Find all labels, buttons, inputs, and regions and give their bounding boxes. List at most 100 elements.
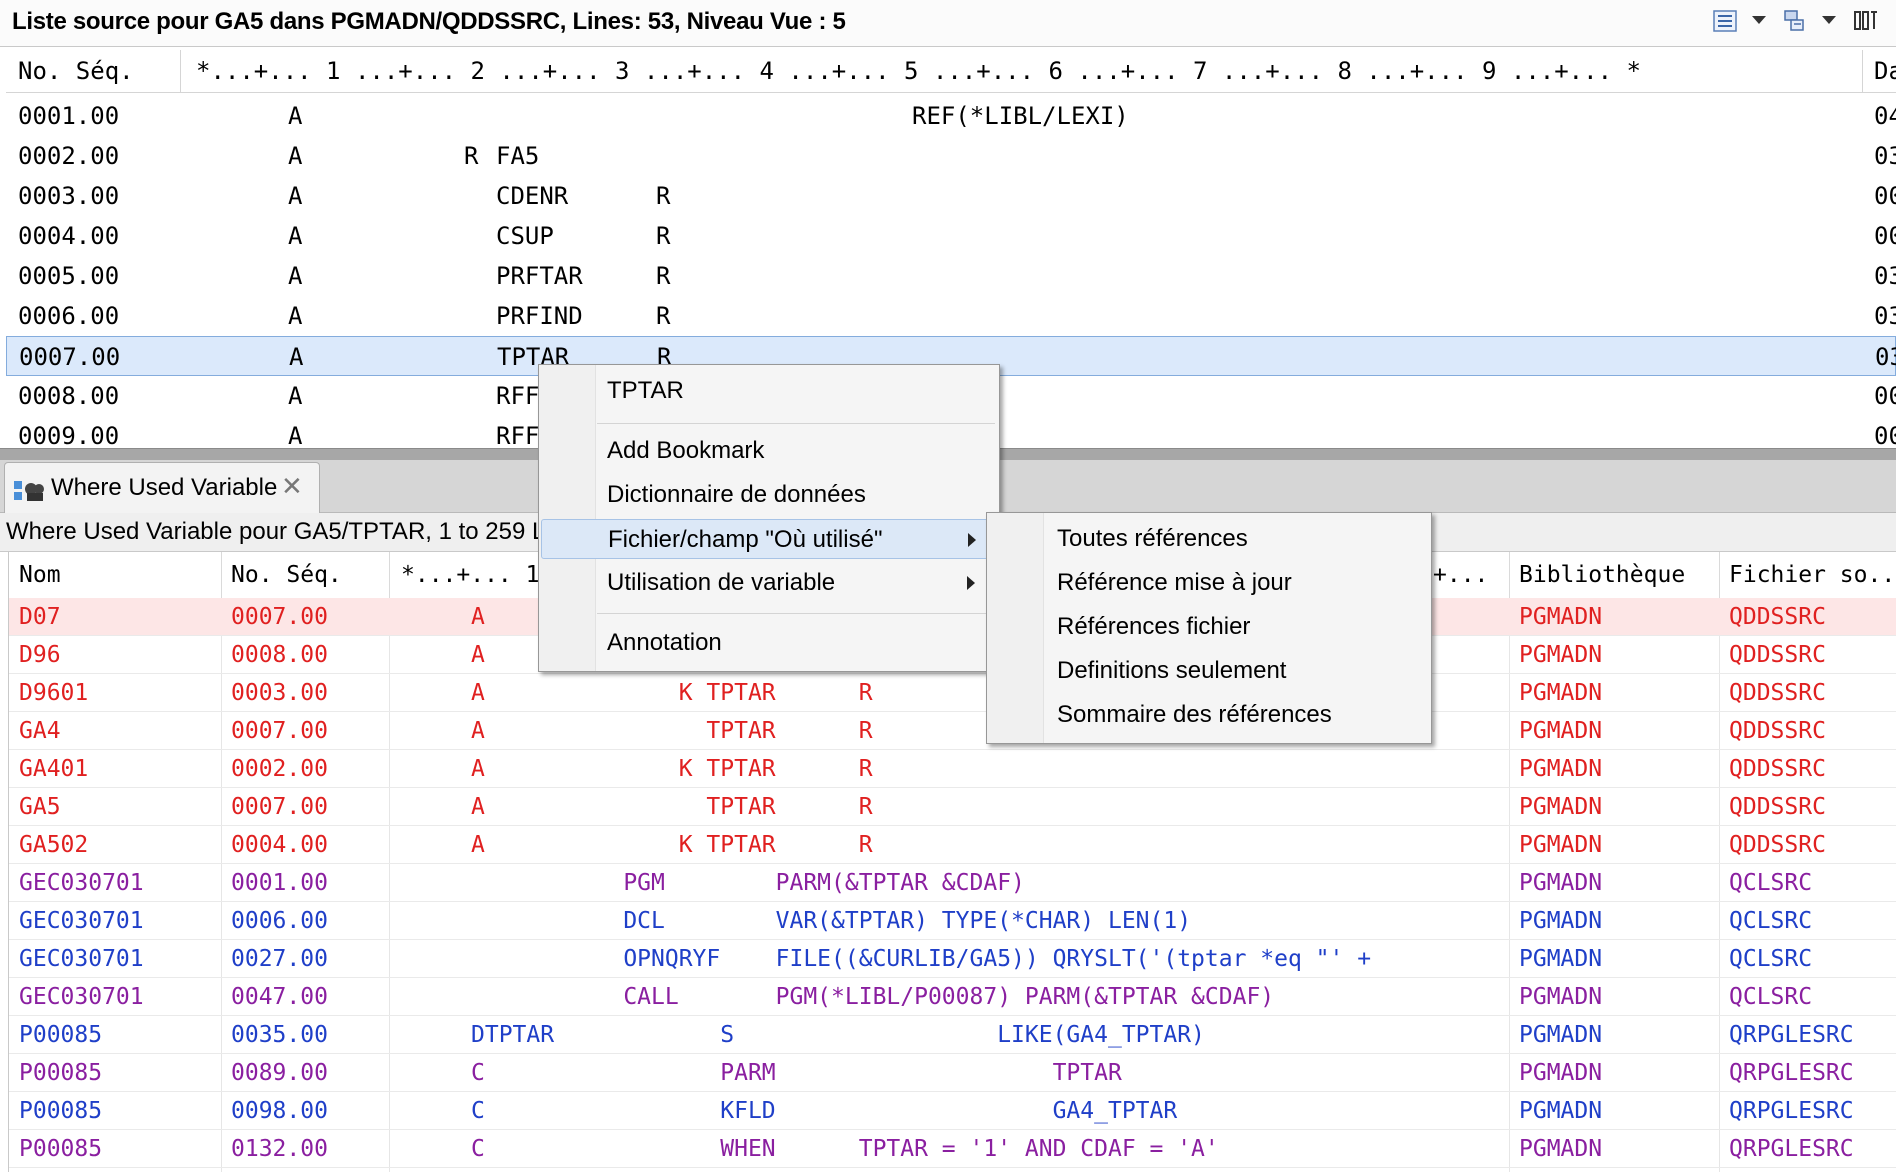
menu-item-label: Références fichier: [1057, 613, 1251, 640]
table-row[interactable]: GEC030701 0047.00 CALL PGM(*LIBL/P00087) …: [9, 978, 1896, 1016]
menu-item-label: Toutes références: [1057, 525, 1248, 552]
cell-seq: 0001.00: [231, 870, 328, 896]
table-row[interactable]: GEC030701 0027.00 OPNQRYF FILE((&CURLIB/G…: [9, 940, 1896, 978]
cell-library: PGMADN: [1519, 832, 1603, 858]
submenu-item-file-references[interactable]: Références fichier: [989, 607, 1427, 647]
date-value: 00: [1874, 222, 1896, 250]
cell-source-file: QCLSRC: [1729, 870, 1813, 896]
reference-flag: R: [656, 262, 671, 290]
cell-source-file: QDDSSRC: [1729, 604, 1826, 630]
cell-library: PGMADN: [1519, 1136, 1603, 1162]
ruler-column-header[interactable]: *...+... 1 ...+... 2 ...+... 3 ...+... 4…: [196, 50, 1641, 92]
dropdown-icon[interactable]: [1752, 16, 1766, 24]
field-name: PRFTAR: [496, 262, 583, 290]
submenu-item-update-reference[interactable]: Référence mise à jour: [989, 563, 1427, 603]
view-icon[interactable]: [1852, 8, 1878, 34]
table-row[interactable]: D9601 0003.00 A K TPTAR R PGMADN QDDSSRC: [9, 674, 1896, 712]
column-header-source[interactable]: *...+... 1: [401, 552, 539, 598]
table-row[interactable]: GEC030701 0001.00 PGM PARM(&TPTAR &CDAF) P…: [9, 864, 1896, 902]
cell-seq: 0089.00: [231, 1060, 328, 1086]
form-type: A: [288, 422, 303, 448]
cell-library: PGMADN: [1519, 642, 1603, 668]
date-value: 04: [1874, 102, 1896, 130]
cell-library: PGMADN: [1519, 794, 1603, 820]
source-line[interactable]: 0006.00 A PRFIND R 03: [6, 296, 1896, 336]
menu-item-annotation[interactable]: Annotation: [541, 623, 995, 663]
cell-name: GEC030701: [19, 946, 144, 972]
table-row[interactable]: GA401 0002.00 A K TPTAR R PGMADN QDDSSRC: [9, 750, 1896, 788]
table-row[interactable]: P00085 0132.00 C WHEN TPTAR = '1' AND CDAF…: [9, 1130, 1896, 1168]
table-row[interactable]: GA502 0004.00 A K TPTAR R PGMADN QDDSSRC: [9, 826, 1896, 864]
submenu-where-used: Toutes références Référence mise à jour …: [986, 512, 1432, 744]
cell-source-file: QDDSSRC: [1729, 832, 1826, 858]
source-line[interactable]: 0004.00 A CSUP R 00: [6, 216, 1896, 256]
cell-seq: 0007.00: [231, 718, 328, 744]
cell-source: A K TPTAR R: [471, 832, 873, 858]
source-line[interactable]: 0001.00 A REF(*LIBL/LEXI) 04: [6, 96, 1896, 136]
record-type: R: [464, 142, 479, 170]
column-header-source-file[interactable]: Fichier so...: [1729, 552, 1896, 598]
column-header-source-end: +...: [1433, 562, 1489, 588]
editor-title-bar: Liste source pour GA5 dans PGMADN/QDDSSR…: [0, 0, 1896, 47]
reference-flag: R: [656, 302, 671, 330]
table-row[interactable]: P00085 0098.00 C KFLD GA4_TPTAR PGMADN QRPGL…: [9, 1092, 1896, 1130]
table-row[interactable]: GEC030701 0006.00 DCL VAR(&TPTAR) TYPE(*C…: [9, 902, 1896, 940]
cell-library: PGMADN: [1519, 984, 1603, 1010]
cell-source: OPNQRYF FILE((&CURLIB/GA5)) QRYSLT('(tpt…: [471, 946, 1372, 972]
cell-library: PGMADN: [1519, 1098, 1603, 1124]
cell-source: A: [471, 642, 485, 668]
cell-source: C KFLD GA4_TPTAR: [471, 1098, 1178, 1124]
seq-number: 0003.00: [18, 182, 120, 210]
menu-item-where-used-file-field[interactable]: Fichier/champ "Où utilisé": [541, 519, 995, 559]
column-header-nom[interactable]: Nom: [19, 552, 61, 598]
menu-item-data-dictionary[interactable]: Dictionnaire de données: [541, 475, 995, 515]
menu-item-variable-usage[interactable]: Utilisation de variable: [541, 563, 995, 603]
source-line[interactable]: 0002.00 A R FA5 03: [6, 136, 1896, 176]
reference-flag: R: [656, 222, 671, 250]
form-type: A: [288, 222, 303, 250]
cell-seq: 0004.00: [231, 832, 328, 858]
submenu-item-reference-summary[interactable]: Sommaire des références: [989, 695, 1427, 735]
submenu-item-definitions-only[interactable]: Definitions seulement: [989, 651, 1427, 691]
submenu-item-all-references[interactable]: Toutes références: [989, 519, 1427, 559]
source-line[interactable]: 0003.00 A CDENR R 00: [6, 176, 1896, 216]
column-header-library[interactable]: Bibliothèque: [1519, 552, 1685, 598]
table-row[interactable]: GA4 0007.00 A TPTAR R PGMADN QDDSSRC: [9, 712, 1896, 750]
form-type: A: [288, 382, 303, 410]
cell-name: GA401: [19, 756, 89, 782]
cell-source-file: QDDSSRC: [1729, 642, 1826, 668]
cell-source-file: QRPGLESRC: [1729, 1098, 1854, 1124]
cell-source: DCL VAR(&TPTAR) TYPE(*CHAR) LEN(1): [471, 908, 1192, 934]
date-value: 00: [1874, 422, 1896, 448]
filter-icon[interactable]: [1782, 8, 1808, 34]
tab-where-used-variable[interactable]: Where Used Variable ✕: [4, 462, 320, 513]
table-row[interactable]: GA5 0007.00 A TPTAR R PGMADN QDDSSRC: [9, 788, 1896, 826]
table-row[interactable]: P00085 0035.00 DTPTAR S LIKE(GA4_TPTAR) PGM…: [9, 1016, 1896, 1054]
field-name: RFF: [496, 422, 540, 448]
cell-source: A: [471, 604, 485, 630]
seq-number: 0004.00: [18, 222, 120, 250]
outline-icon[interactable]: [1712, 8, 1738, 34]
form-type: A: [288, 182, 303, 210]
keyword: REF(*LIBL/LEXI): [912, 102, 1129, 130]
cell-source-file: QCLSRC: [1729, 946, 1813, 972]
seq-number: 0005.00: [18, 262, 120, 290]
date-column-header[interactable]: Da: [1874, 50, 1896, 92]
dropdown-icon[interactable]: [1822, 16, 1836, 24]
summary-text: Where Used Variable pour GA5/TPTAR, 1 to…: [6, 518, 559, 545]
cell-name: P00085: [19, 1060, 103, 1086]
cell-seq: 0003.00: [231, 680, 328, 706]
cell-library: PGMADN: [1519, 680, 1603, 706]
cell-name: D96: [19, 642, 61, 668]
seq-number: 0002.00: [18, 142, 120, 170]
source-line[interactable]: 0005.00 A PRFTAR R 03: [6, 256, 1896, 296]
menu-item-add-bookmark[interactable]: Add Bookmark: [541, 431, 995, 471]
column-header-seq[interactable]: No. Séq.: [231, 552, 342, 598]
table-row[interactable]: P00085 0089.00 C PARM TPTAR PGMADN QRPGLESRC: [9, 1054, 1896, 1092]
seq-column-header[interactable]: No. Séq.: [18, 50, 134, 92]
form-type: A: [288, 302, 303, 330]
close-icon[interactable]: ✕: [281, 472, 303, 502]
tab-label: Where Used Variable: [51, 474, 278, 501]
source-ruler-header: No. Séq. *...+... 1 ...+... 2 ...+... 3 …: [6, 50, 1896, 93]
cell-seq: 0132.00: [231, 1136, 328, 1162]
